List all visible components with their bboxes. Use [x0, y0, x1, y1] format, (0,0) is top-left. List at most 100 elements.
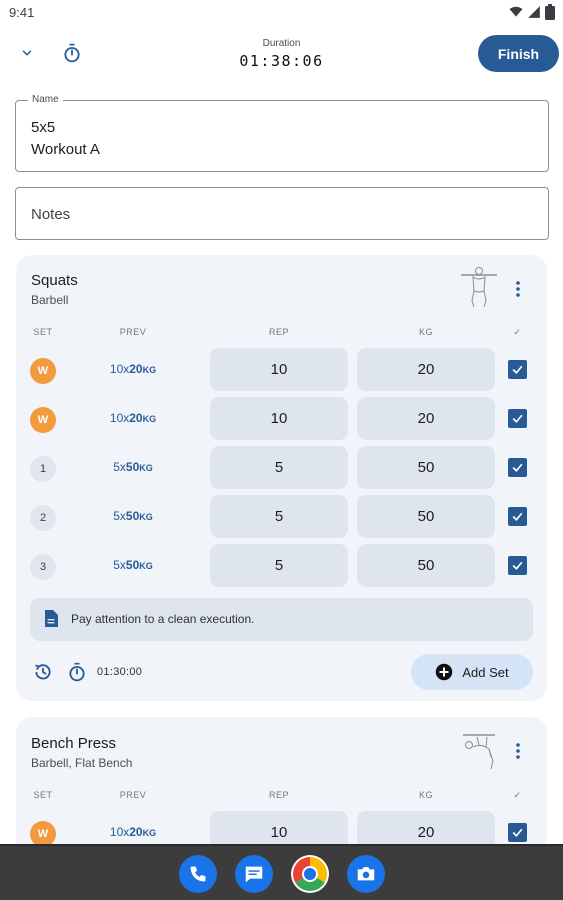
- set-row: 1 5x50KG 5 50: [16, 446, 547, 490]
- reps-input[interactable]: 10: [210, 397, 348, 440]
- prev-unit: KG: [139, 463, 153, 473]
- set-type-badge[interactable]: 1: [30, 456, 56, 482]
- col-header-prev: PREV: [119, 327, 147, 337]
- weight-input[interactable]: 20: [357, 397, 495, 440]
- prev-reps: 5: [113, 558, 120, 572]
- name-line-1: 5x5: [31, 119, 56, 136]
- status-icons: [509, 4, 555, 20]
- previous-set[interactable]: 5x50KG: [90, 558, 176, 572]
- document-icon: [45, 610, 58, 627]
- check-icon: [512, 512, 523, 521]
- camera-app-button[interactable]: [347, 855, 385, 893]
- previous-set[interactable]: 10x20KG: [90, 411, 176, 425]
- reps-input[interactable]: 5: [210, 544, 348, 587]
- exercise-note-text: Pay attention to a clean execution.: [71, 612, 255, 626]
- check-icon: [512, 561, 523, 570]
- prev-weight: 20: [129, 825, 143, 839]
- prev-weight: 20: [129, 411, 143, 425]
- finish-button[interactable]: Finish: [478, 35, 559, 72]
- exercise-title[interactable]: Squats: [31, 272, 78, 289]
- exercise-card-footer: 01:30:00 Add Set: [16, 654, 547, 692]
- set-done-checkbox[interactable]: [508, 556, 527, 575]
- reps-input[interactable]: 5: [210, 446, 348, 489]
- phone-app-button[interactable]: [179, 855, 217, 893]
- exercise-note[interactable]: Pay attention to a clean execution.: [30, 598, 533, 641]
- phone-icon: [190, 866, 206, 882]
- set-done-checkbox[interactable]: [508, 507, 527, 526]
- set-row: 2 5x50KG 5 50: [16, 495, 547, 539]
- set-row: W 10x20KG 10 20: [16, 348, 547, 392]
- app-dock: [0, 844, 563, 900]
- prev-weight: 50: [125, 460, 140, 474]
- exercise-title[interactable]: Bench Press: [31, 735, 116, 752]
- prev-weight: 50: [125, 509, 140, 523]
- check-icon: [512, 828, 523, 837]
- set-done-checkbox[interactable]: [508, 360, 527, 379]
- col-header-rep: REP: [268, 790, 289, 800]
- exercise-equipment: Barbell: [31, 293, 69, 307]
- workout-header: Duration 01:38:06 Finish: [0, 30, 563, 80]
- camera-icon: [357, 867, 375, 881]
- stopwatch-icon: [69, 662, 85, 682]
- exercise-card-squats: Squats Barbell SET PREV REP KG ✓ W 10x20…: [16, 255, 547, 701]
- prev-weight: 50: [125, 558, 140, 572]
- prev-unit: KG: [142, 414, 157, 424]
- set-done-checkbox[interactable]: [508, 409, 527, 428]
- squat-figure-icon: [461, 267, 497, 308]
- weight-input[interactable]: 50: [357, 446, 495, 489]
- previous-set[interactable]: 10x20KG: [90, 825, 176, 839]
- notes-placeholder: Notes: [31, 206, 71, 223]
- prev-weight: 20: [129, 362, 143, 376]
- set-done-checkbox[interactable]: [508, 458, 527, 477]
- previous-set[interactable]: 10x20KG: [90, 362, 176, 376]
- history-button[interactable]: [28, 657, 58, 687]
- reps-input[interactable]: 10: [210, 348, 348, 391]
- name-field-label: Name: [28, 94, 63, 105]
- prev-reps: 10: [109, 825, 124, 839]
- prev-reps: 5: [113, 509, 120, 523]
- previous-set[interactable]: 5x50KG: [90, 460, 176, 474]
- set-type-badge[interactable]: 3: [30, 554, 56, 580]
- reps-input[interactable]: 5: [210, 495, 348, 538]
- add-set-label: Add Set: [462, 664, 509, 680]
- col-header-done: ✓: [513, 327, 522, 337]
- prev-unit: KG: [142, 828, 157, 838]
- check-icon: [512, 365, 523, 374]
- set-row: 3 5x50KG 5 50: [16, 544, 547, 588]
- prev-unit: KG: [139, 561, 153, 571]
- name-field[interactable]: Name 5x5 Workout A: [15, 94, 549, 172]
- weight-input[interactable]: 50: [357, 495, 495, 538]
- status-time: 9:41: [9, 5, 35, 20]
- add-set-button[interactable]: Add Set: [411, 654, 533, 690]
- history-icon: [35, 664, 51, 680]
- col-header-rep: REP: [268, 327, 289, 337]
- set-done-checkbox[interactable]: [508, 823, 527, 842]
- set-type-badge[interactable]: 2: [30, 505, 56, 531]
- chrome-app-button[interactable]: [291, 855, 329, 893]
- prev-unit: KG: [139, 512, 153, 522]
- signal-icon: [528, 6, 540, 18]
- set-type-badge[interactable]: W: [30, 407, 56, 433]
- set-type-badge[interactable]: W: [30, 358, 56, 384]
- more-vert-icon: [516, 281, 520, 297]
- previous-set[interactable]: 5x50KG: [90, 509, 176, 523]
- notes-field[interactable]: Notes: [15, 187, 549, 240]
- weight-input[interactable]: 50: [357, 544, 495, 587]
- col-header-kg: KG: [418, 790, 433, 800]
- chrome-icon: [293, 857, 327, 891]
- prev-reps: 10: [109, 411, 124, 425]
- rest-time[interactable]: 01:30:00: [97, 666, 142, 678]
- check-icon: [512, 414, 523, 423]
- weight-input[interactable]: 20: [357, 348, 495, 391]
- exercise-equipment: Barbell, Flat Bench: [31, 756, 133, 770]
- prev-reps: 5: [113, 460, 120, 474]
- exercise-more-button[interactable]: [506, 737, 530, 765]
- set-row: W 10x20KG 10 20: [16, 397, 547, 441]
- check-icon: [512, 463, 523, 472]
- exercise-timer-button[interactable]: [62, 657, 92, 687]
- col-header-done: ✓: [513, 790, 522, 800]
- messages-app-button[interactable]: [235, 855, 273, 893]
- exercise-more-button[interactable]: [506, 275, 530, 303]
- prev-unit: KG: [142, 365, 157, 375]
- name-line-2: Workout A: [31, 141, 100, 158]
